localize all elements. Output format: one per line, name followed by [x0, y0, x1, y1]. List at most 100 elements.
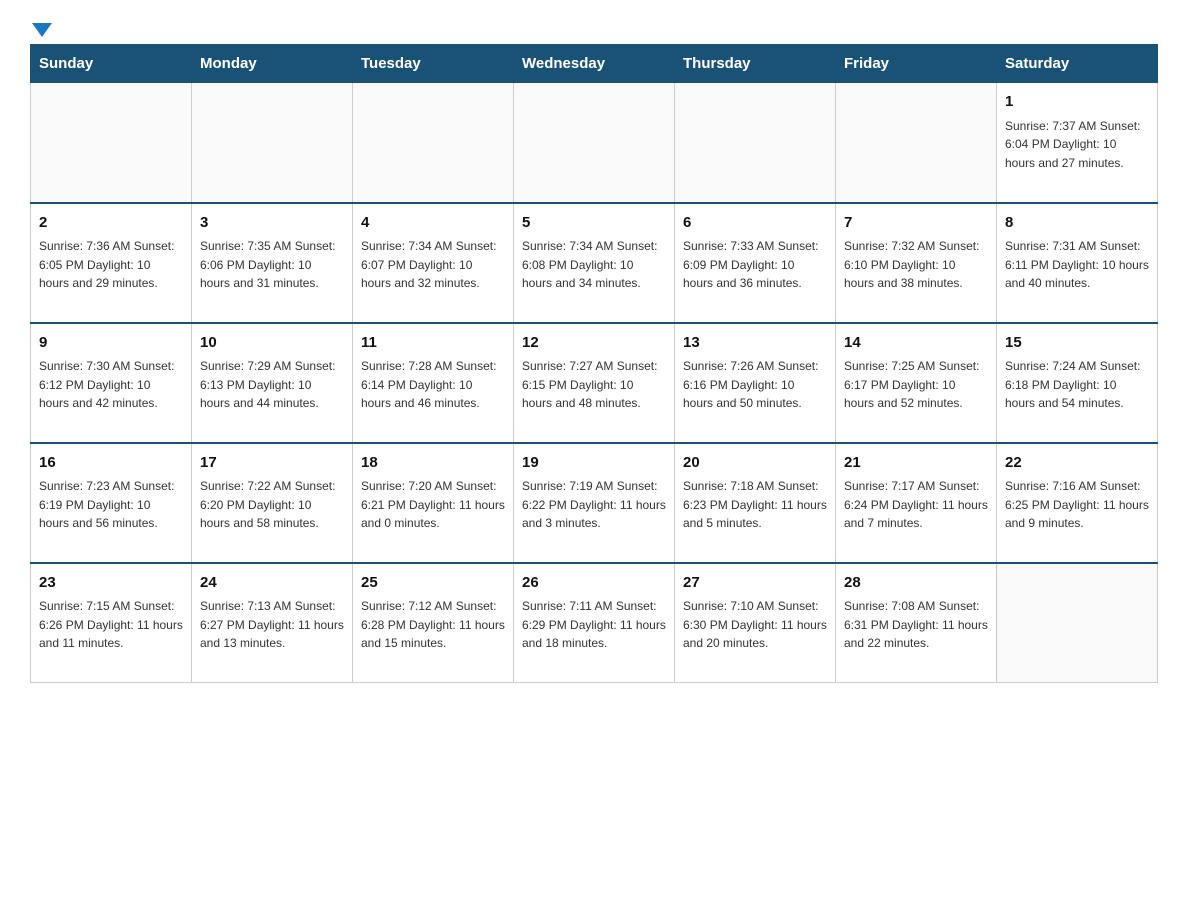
calendar-week-row: 9Sunrise: 7:30 AM Sunset: 6:12 PM Daylig… — [31, 323, 1158, 443]
day-number: 27 — [683, 572, 827, 595]
calendar-day-cell — [675, 83, 836, 203]
day-info: Sunrise: 7:34 AM Sunset: 6:08 PM Dayligh… — [522, 237, 666, 293]
day-number: 28 — [844, 572, 988, 595]
calendar-week-row: 23Sunrise: 7:15 AM Sunset: 6:26 PM Dayli… — [31, 563, 1158, 683]
calendar-day-cell: 10Sunrise: 7:29 AM Sunset: 6:13 PM Dayli… — [192, 323, 353, 443]
day-info: Sunrise: 7:19 AM Sunset: 6:22 PM Dayligh… — [522, 477, 666, 533]
calendar-day-cell: 28Sunrise: 7:08 AM Sunset: 6:31 PM Dayli… — [836, 563, 997, 683]
calendar-day-cell: 6Sunrise: 7:33 AM Sunset: 6:09 PM Daylig… — [675, 203, 836, 323]
calendar-day-cell: 25Sunrise: 7:12 AM Sunset: 6:28 PM Dayli… — [353, 563, 514, 683]
calendar-week-row: 1 Sunrise: 7:37 AM Sunset: 6:04 PM Daylig… — [31, 83, 1158, 203]
calendar-day-cell: 20Sunrise: 7:18 AM Sunset: 6:23 PM Dayli… — [675, 443, 836, 563]
day-number: 10 — [200, 332, 344, 355]
day-info: Sunrise: 7:20 AM Sunset: 6:21 PM Dayligh… — [361, 477, 505, 533]
day-number: 15 — [1005, 332, 1149, 355]
day-info: Sunrise: 7:25 AM Sunset: 6:17 PM Dayligh… — [844, 357, 988, 413]
calendar-day-cell: 26Sunrise: 7:11 AM Sunset: 6:29 PM Dayli… — [514, 563, 675, 683]
day-number: 26 — [522, 572, 666, 595]
day-number: 22 — [1005, 452, 1149, 475]
calendar-day-cell: 2Sunrise: 7:36 AM Sunset: 6:05 PM Daylig… — [31, 203, 192, 323]
col-sunday: Sunday — [31, 45, 192, 83]
calendar-day-cell: 24Sunrise: 7:13 AM Sunset: 6:27 PM Dayli… — [192, 563, 353, 683]
calendar-day-cell: 15Sunrise: 7:24 AM Sunset: 6:18 PM Dayli… — [997, 323, 1158, 443]
calendar-day-cell — [353, 83, 514, 203]
calendar-day-cell — [31, 83, 192, 203]
day-number: 1 — [1005, 91, 1149, 114]
day-info: Sunrise: 7:30 AM Sunset: 6:12 PM Dayligh… — [39, 357, 183, 413]
day-number: 18 — [361, 452, 505, 475]
calendar-day-cell: 5Sunrise: 7:34 AM Sunset: 6:08 PM Daylig… — [514, 203, 675, 323]
day-number: 11 — [361, 332, 505, 355]
day-info: Sunrise: 7:16 AM Sunset: 6:25 PM Dayligh… — [1005, 477, 1149, 533]
day-number: 8 — [1005, 212, 1149, 235]
day-number: 25 — [361, 572, 505, 595]
day-info: Sunrise: 7:10 AM Sunset: 6:30 PM Dayligh… — [683, 597, 827, 653]
day-info: Sunrise: 7:35 AM Sunset: 6:06 PM Dayligh… — [200, 237, 344, 293]
day-number: 2 — [39, 212, 183, 235]
calendar-day-cell: 22Sunrise: 7:16 AM Sunset: 6:25 PM Dayli… — [997, 443, 1158, 563]
calendar-day-cell: 4Sunrise: 7:34 AM Sunset: 6:07 PM Daylig… — [353, 203, 514, 323]
col-friday: Friday — [836, 45, 997, 83]
day-number: 6 — [683, 212, 827, 235]
day-number: 20 — [683, 452, 827, 475]
calendar-day-cell: 14Sunrise: 7:25 AM Sunset: 6:17 PM Dayli… — [836, 323, 997, 443]
col-wednesday: Wednesday — [514, 45, 675, 83]
calendar-table: Sunday Monday Tuesday Wednesday Thursday… — [30, 44, 1158, 683]
calendar-day-cell: 17Sunrise: 7:22 AM Sunset: 6:20 PM Dayli… — [192, 443, 353, 563]
day-info: Sunrise: 7:27 AM Sunset: 6:15 PM Dayligh… — [522, 357, 666, 413]
day-number: 21 — [844, 452, 988, 475]
day-info: Sunrise: 7:36 AM Sunset: 6:05 PM Dayligh… — [39, 237, 183, 293]
day-info: Sunrise: 7:11 AM Sunset: 6:29 PM Dayligh… — [522, 597, 666, 653]
day-number: 17 — [200, 452, 344, 475]
day-info: Sunrise: 7:26 AM Sunset: 6:16 PM Dayligh… — [683, 357, 827, 413]
calendar-day-cell: 27Sunrise: 7:10 AM Sunset: 6:30 PM Dayli… — [675, 563, 836, 683]
day-info: Sunrise: 7:13 AM Sunset: 6:27 PM Dayligh… — [200, 597, 344, 653]
calendar-day-cell: 18Sunrise: 7:20 AM Sunset: 6:21 PM Dayli… — [353, 443, 514, 563]
day-info: Sunrise: 7:28 AM Sunset: 6:14 PM Dayligh… — [361, 357, 505, 413]
day-number: 24 — [200, 572, 344, 595]
day-number: 16 — [39, 452, 183, 475]
day-info: Sunrise: 7:32 AM Sunset: 6:10 PM Dayligh… — [844, 237, 988, 293]
calendar-day-cell: 12Sunrise: 7:27 AM Sunset: 6:15 PM Dayli… — [514, 323, 675, 443]
day-info: Sunrise: 7:29 AM Sunset: 6:13 PM Dayligh… — [200, 357, 344, 413]
calendar-day-cell: 7Sunrise: 7:32 AM Sunset: 6:10 PM Daylig… — [836, 203, 997, 323]
day-number: 23 — [39, 572, 183, 595]
calendar-week-row: 16Sunrise: 7:23 AM Sunset: 6:19 PM Dayli… — [31, 443, 1158, 563]
day-number: 19 — [522, 452, 666, 475]
calendar-day-cell — [836, 83, 997, 203]
calendar-day-cell: 8Sunrise: 7:31 AM Sunset: 6:11 PM Daylig… — [997, 203, 1158, 323]
day-info: Sunrise: 7:22 AM Sunset: 6:20 PM Dayligh… — [200, 477, 344, 533]
day-info: Sunrise: 7:24 AM Sunset: 6:18 PM Dayligh… — [1005, 357, 1149, 413]
day-info: Sunrise: 7:37 AM Sunset: 6:04 PM Dayligh… — [1005, 117, 1149, 173]
col-saturday: Saturday — [997, 45, 1158, 83]
calendar-header-row: Sunday Monday Tuesday Wednesday Thursday… — [31, 45, 1158, 83]
logo-arrow-icon — [32, 23, 52, 37]
calendar-day-cell: 19Sunrise: 7:19 AM Sunset: 6:22 PM Dayli… — [514, 443, 675, 563]
day-info: Sunrise: 7:34 AM Sunset: 6:07 PM Dayligh… — [361, 237, 505, 293]
calendar-day-cell: 1 Sunrise: 7:37 AM Sunset: 6:04 PM Daylig… — [997, 83, 1158, 203]
day-number: 3 — [200, 212, 344, 235]
day-number: 4 — [361, 212, 505, 235]
col-thursday: Thursday — [675, 45, 836, 83]
calendar-day-cell: 11Sunrise: 7:28 AM Sunset: 6:14 PM Dayli… — [353, 323, 514, 443]
calendar-day-cell: 21Sunrise: 7:17 AM Sunset: 6:24 PM Dayli… — [836, 443, 997, 563]
col-tuesday: Tuesday — [353, 45, 514, 83]
day-info: Sunrise: 7:17 AM Sunset: 6:24 PM Dayligh… — [844, 477, 988, 533]
logo — [30, 20, 54, 34]
day-info: Sunrise: 7:31 AM Sunset: 6:11 PM Dayligh… — [1005, 237, 1149, 293]
day-info: Sunrise: 7:33 AM Sunset: 6:09 PM Dayligh… — [683, 237, 827, 293]
day-info: Sunrise: 7:23 AM Sunset: 6:19 PM Dayligh… — [39, 477, 183, 533]
day-info: Sunrise: 7:08 AM Sunset: 6:31 PM Dayligh… — [844, 597, 988, 653]
page-header — [30, 20, 1158, 34]
calendar-day-cell — [192, 83, 353, 203]
day-info: Sunrise: 7:18 AM Sunset: 6:23 PM Dayligh… — [683, 477, 827, 533]
day-number: 12 — [522, 332, 666, 355]
calendar-day-cell: 3Sunrise: 7:35 AM Sunset: 6:06 PM Daylig… — [192, 203, 353, 323]
col-monday: Monday — [192, 45, 353, 83]
calendar-week-row: 2Sunrise: 7:36 AM Sunset: 6:05 PM Daylig… — [31, 203, 1158, 323]
calendar-day-cell: 23Sunrise: 7:15 AM Sunset: 6:26 PM Dayli… — [31, 563, 192, 683]
calendar-day-cell: 13Sunrise: 7:26 AM Sunset: 6:16 PM Dayli… — [675, 323, 836, 443]
calendar-day-cell — [997, 563, 1158, 683]
day-info: Sunrise: 7:12 AM Sunset: 6:28 PM Dayligh… — [361, 597, 505, 653]
calendar-day-cell: 16Sunrise: 7:23 AM Sunset: 6:19 PM Dayli… — [31, 443, 192, 563]
